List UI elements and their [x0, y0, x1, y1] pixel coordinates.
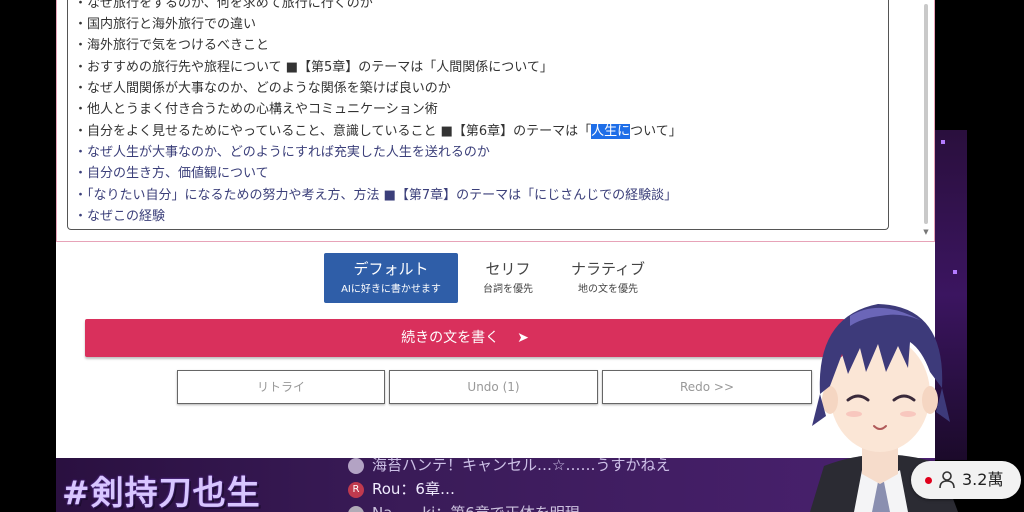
editor-line: ・「なりたい自分」になるための努力や考え方、方法 ■【第7章】のテーマは「にじさ…: [74, 188, 678, 203]
redo-button[interactable]: Redo >>: [602, 370, 812, 404]
undo-button[interactable]: Undo (1): [389, 370, 598, 404]
chat-avatar: [348, 457, 364, 474]
chat-text: Na……ki：第6章で正体を明現: [372, 504, 580, 512]
scrollbar-thumb[interactable]: [924, 4, 928, 224]
editor-line: ・自分をよく見せるためにやっていること、意識していること ■【第6章】のテーマは…: [74, 122, 682, 142]
story-editor[interactable]: ・なぜ旅行をするのか、何を求めて旅行に行くのか ・国内旅行と海外旅行での違い ・…: [67, 0, 889, 230]
chat-text: Rou：6章…: [372, 480, 455, 498]
chat-avatar: R: [348, 481, 364, 498]
chat-message: R Rou：6章…: [348, 478, 455, 500]
editor-line-text: ついて」: [630, 124, 682, 139]
continue-writing-button[interactable]: 続きの文を書く ➤: [85, 319, 845, 357]
mode-title: セリフ: [485, 260, 531, 278]
scroll-down-icon[interactable]: ▼: [922, 228, 930, 236]
editor-frame: ・なぜ旅行をするのか、何を求めて旅行に行くのか ・国内旅行と海外旅行での違い ・…: [56, 0, 935, 242]
editor-line: ・なぜ人生が大事なのか、どのようにすれば充実した人生を送れるのか: [74, 145, 490, 160]
retry-button[interactable]: リトライ: [177, 370, 385, 404]
editor-line-text: ・自分をよく見せるためにやっていること、意識していること ■【第6章】のテーマは…: [74, 124, 592, 139]
chat-message: Na……ki：第6章で正体を明現: [348, 502, 580, 512]
chat-text: 海苔ハンテ！キャンセル…☆……うすかねえ: [372, 456, 671, 474]
arrow-right-icon: ➤: [517, 330, 529, 346]
viewer-count: 3.2萬: [962, 470, 1004, 489]
mode-narrative-tab[interactable]: ナラティブ 地の文を優先: [560, 253, 656, 303]
chat-message: 海苔ハンテ！キャンセル…☆……うすかねえ: [348, 454, 670, 476]
mode-default-tab[interactable]: デフォルト AIに好きに書かせます: [324, 253, 458, 303]
editor-line: ・海外旅行で気をつけるべきこと: [74, 38, 270, 53]
editor-line: ・なぜ人間関係が大事なのか、どのような関係を築けば良いのか: [74, 81, 451, 96]
editor-scrollbar[interactable]: ▼: [922, 4, 930, 236]
editor-line: ・他人とうまく付き合うための心構えやコミュニケーション術: [74, 102, 438, 117]
editor-line: ・国内旅行と海外旅行での違い: [74, 17, 257, 32]
mode-title: ナラティブ: [570, 260, 646, 278]
chat-avatar: [348, 505, 364, 512]
mode-serif-tab[interactable]: セリフ 台詞を優先: [472, 253, 544, 303]
mode-subtitle: 台詞を優先: [483, 284, 533, 295]
stream-hashtag: #剣持刀也生: [62, 473, 261, 512]
continue-label: 続きの文を書く: [401, 330, 500, 346]
mode-subtitle: AIに好きに書かせます: [341, 284, 441, 295]
editor-line: ・なぜ旅行をするのか、何を求めて旅行に行くのか: [74, 0, 373, 11]
text-selection: 人生に: [591, 124, 631, 139]
live-dot-icon: [925, 477, 932, 484]
editor-line: ・おすすめの旅行先や旅程について ■【第5章】のテーマは「人間関係について」: [74, 60, 553, 75]
editor-line: ・なぜこの経験: [74, 209, 166, 224]
mode-subtitle: 地の文を優先: [578, 284, 638, 295]
viewer-count-badge[interactable]: 3.2萬: [911, 461, 1021, 499]
editor-line: ・自分の生き方、価値観について: [74, 166, 269, 181]
person-icon: [939, 471, 955, 489]
mode-title: デフォルト: [353, 260, 429, 278]
